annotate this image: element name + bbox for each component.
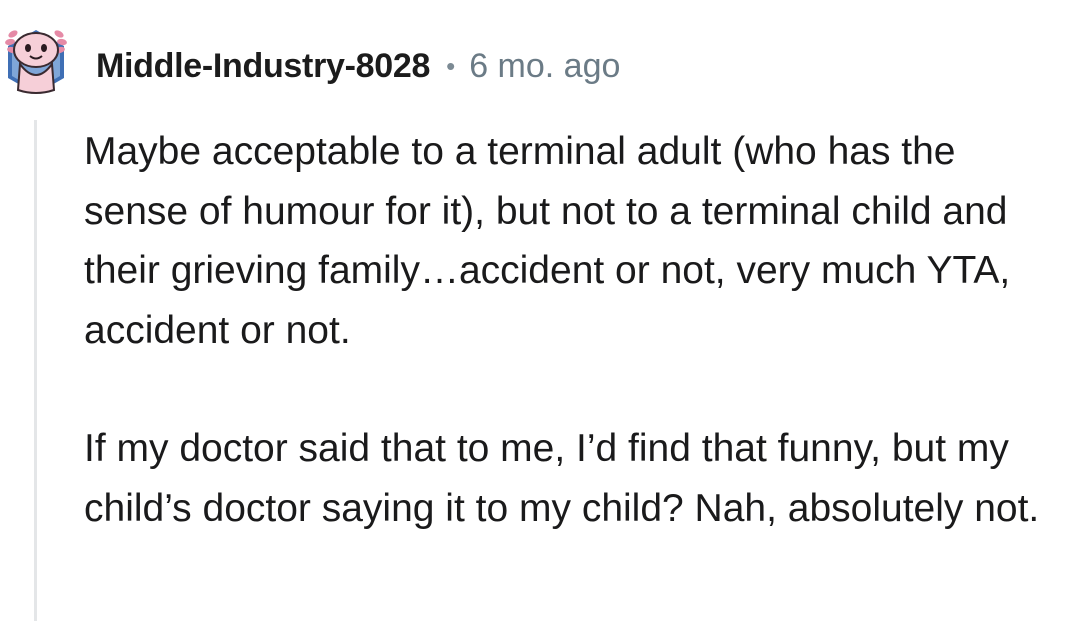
thread-line[interactable] <box>34 120 37 621</box>
comment: Middle-Industry-8028 • 6 mo. ago Maybe a… <box>0 0 1079 621</box>
separator-dot: • <box>446 50 456 81</box>
avatar[interactable] <box>4 24 68 96</box>
comment-paragraph: Maybe acceptable to a terminal adult (wh… <box>84 130 1011 352</box>
timestamp: 6 mo. ago <box>469 46 621 85</box>
comment-body: Maybe acceptable to a terminal adult (wh… <box>84 122 1064 538</box>
comment-header: Middle-Industry-8028 • 6 mo. ago <box>96 44 620 88</box>
comment-paragraph: If my doctor said that to me, I’d find t… <box>84 427 1040 530</box>
axolotl-avatar-icon <box>5 30 67 94</box>
username[interactable]: Middle-Industry-8028 <box>96 47 430 86</box>
